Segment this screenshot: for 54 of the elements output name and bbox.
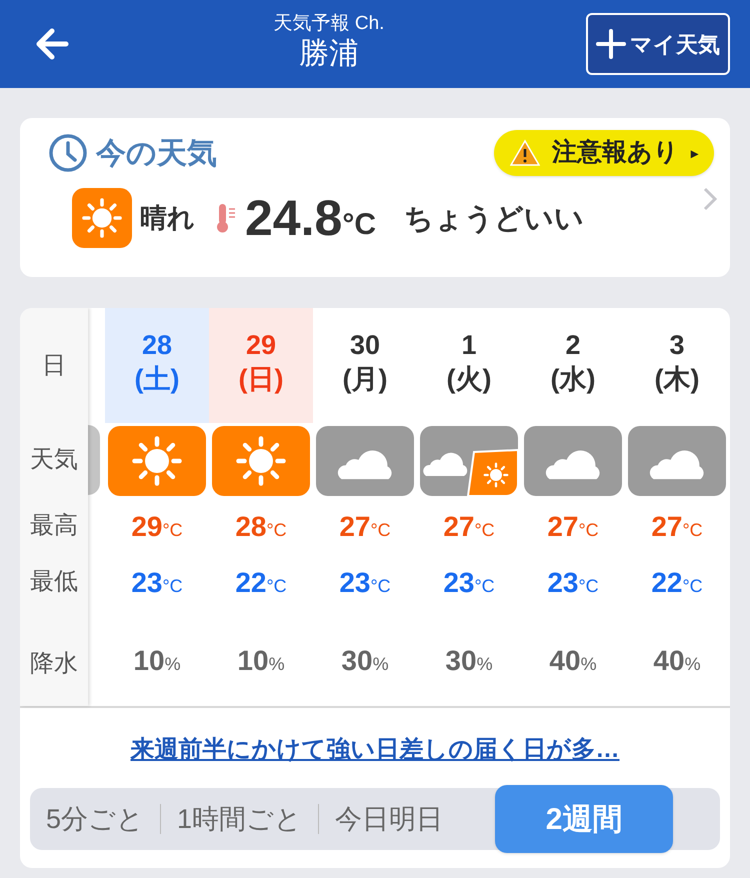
current-temperature: 24.8 xyxy=(245,193,342,243)
date-number: 3 xyxy=(669,329,685,362)
weekday-label: (木) xyxy=(654,363,700,396)
date-number: 29 xyxy=(246,329,276,362)
weekday-label: (土) xyxy=(134,363,180,396)
weekday-label: (水) xyxy=(550,363,596,396)
current-weather-card[interactable]: 今の天気 注意報あり ▸ 晴れ 24.8°C ちょうどいい xyxy=(20,118,730,277)
high-temperature: 29°C xyxy=(131,510,183,544)
high-temperature: 27°C xyxy=(443,510,495,544)
location-title: 勝浦 xyxy=(299,36,359,72)
precipitation-chance: 40% xyxy=(549,644,597,678)
date-number: 28 xyxy=(142,329,172,362)
row-label: 最低 xyxy=(30,567,78,597)
view-tab[interactable]: 今日明日 xyxy=(319,788,460,850)
low-temperature: 22°C xyxy=(235,566,287,600)
thermometer-icon xyxy=(215,202,237,234)
low-temperature: 23°C xyxy=(339,566,391,600)
temperature-unit: °C xyxy=(342,206,376,242)
clock-icon xyxy=(48,133,88,173)
date-number: 1 xyxy=(461,329,477,362)
precipitation-chance: 10% xyxy=(237,644,285,678)
alert-badge[interactable]: 注意報あり ▸ xyxy=(494,130,714,176)
precipitation-chance: 40% xyxy=(653,644,701,678)
weather-condition: 晴れ xyxy=(140,202,195,235)
chevron-right-icon xyxy=(702,186,718,212)
comfort-label: ちょうどいい xyxy=(404,202,584,238)
precipitation-chance: 30% xyxy=(445,644,493,678)
low-temperature: 23°C xyxy=(443,566,495,600)
forecast-summary-link[interactable]: 来週前半にかけて強い日差しの届く日が多… xyxy=(130,732,620,768)
high-temperature: 27°C xyxy=(547,510,599,544)
row-label: 天気 xyxy=(30,445,78,475)
precipitation-chance: 10% xyxy=(133,644,181,678)
weekday-label: (日) xyxy=(238,363,284,396)
date-number: 30 xyxy=(350,329,380,362)
plus-icon xyxy=(596,29,626,59)
row-label: 降水 xyxy=(30,649,78,679)
high-temperature: 27°C xyxy=(651,510,703,544)
high-temperature: 27°C xyxy=(339,510,391,544)
row-label: 日 xyxy=(42,351,66,381)
precipitation-chance: 30% xyxy=(341,644,389,678)
current-weather-title: 今の天気 xyxy=(96,136,217,172)
weekday-label: (月) xyxy=(342,363,388,396)
my-weather-button[interactable]: マイ天気 xyxy=(586,13,730,75)
weekday-label: (火) xyxy=(446,363,492,396)
high-temperature: 28°C xyxy=(235,510,287,544)
app-subtitle: 天気予報 Ch. xyxy=(274,12,384,36)
date-number: 2 xyxy=(565,329,581,362)
row-label: 最高 xyxy=(30,511,78,541)
low-temperature: 22°C xyxy=(651,566,703,600)
view-tab[interactable]: 5分ごと xyxy=(30,788,160,850)
warning-icon xyxy=(510,139,540,167)
view-tab[interactable]: 1時間ごと xyxy=(161,788,318,850)
low-temperature: 23°C xyxy=(547,566,599,600)
low-temperature: 23°C xyxy=(131,566,183,600)
